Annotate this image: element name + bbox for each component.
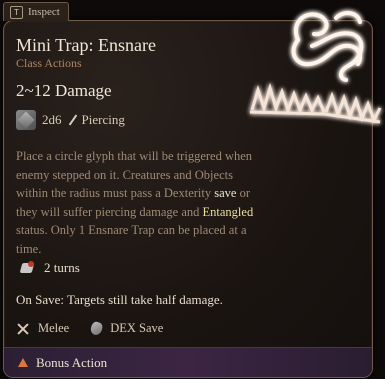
on-save-text: On Save: Targets still take half damage. [16,292,223,307]
bonus-action-triangle-icon [18,358,28,367]
spell-tags: Melee DEX Save [16,320,164,337]
save-type: DEX Save [110,321,164,335]
damage-type: Piercing [81,112,125,127]
duration-text: 2 turns [44,260,80,275]
shield-icon [89,320,105,337]
d6-die-icon [16,110,36,130]
action-cost-bar: Bonus Action [4,347,372,377]
crossed-swords-icon [16,322,30,336]
inspect-tab-label: Inspect [28,6,60,18]
piercing-icon [68,114,77,126]
save-keyword[interactable]: save [214,186,236,200]
entangled-keyword[interactable]: Entangled [203,205,254,219]
turns-icon [20,260,36,276]
spell-subtitle: Class Actions [16,56,82,70]
attack-type: Melee [38,321,70,335]
damage-line: 2d6 Piercing [16,110,125,130]
spell-title: Mini Trap: Ensnare [16,35,157,55]
spell-tooltip: Mini Trap: Ensnare Class Actions 2~12 Da… [3,20,373,378]
damage-dice: 2d6 [42,112,62,127]
duration-line: 2 turns [20,260,80,276]
keybind-t-icon: T [10,5,23,19]
description-part3: status. Only 1 Ensnare Trap can be place… [16,223,247,256]
inspect-tab[interactable]: T Inspect [3,2,69,21]
spell-description: Place a circle glyph that will be trigge… [16,147,264,258]
damage-range: 2~12 Damage [16,81,112,100]
action-cost: Bonus Action [36,354,108,370]
